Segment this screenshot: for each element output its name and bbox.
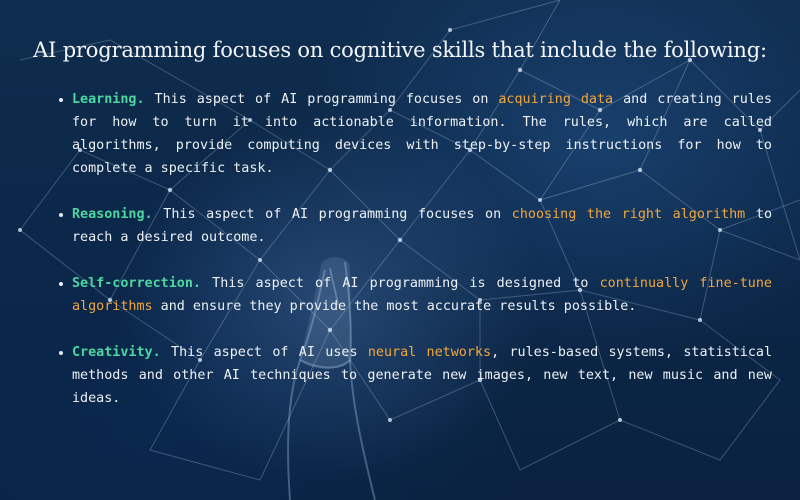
description-text: This aspect of AI programming is designe…: [201, 276, 600, 291]
list-item-learning: Learning. This aspect of AI programming …: [59, 88, 772, 180]
term-label: Reasoning.: [72, 207, 153, 222]
term-label: Learning.: [72, 92, 145, 107]
slide: AI programming focuses on cognitive skil…: [0, 0, 800, 500]
highlight-text: neural networks: [367, 345, 492, 360]
list-item-creativity: Creativity. This aspect of AI uses neura…: [59, 341, 772, 410]
page-title: AI programming focuses on cognitive skil…: [33, 38, 767, 62]
term-label: Self-correction.: [72, 276, 201, 291]
highlight-text: choosing the right algorithm: [511, 207, 746, 222]
description-text: and ensure they provide the most accurat…: [152, 299, 637, 314]
description-text: This aspect of AI programming focuses on: [152, 207, 512, 222]
highlight-text: acquiring data: [498, 92, 614, 107]
list-item-reasoning: Reasoning. This aspect of AI programming…: [59, 203, 772, 249]
description-text: This aspect of AI uses: [160, 345, 368, 360]
skills-list: Learning. This aspect of AI programming …: [56, 88, 772, 433]
term-label: Creativity.: [72, 345, 161, 360]
list-item-self-correction: Self-correction. This aspect of AI progr…: [59, 272, 772, 318]
description-text: This aspect of AI programming focuses on: [144, 92, 499, 107]
